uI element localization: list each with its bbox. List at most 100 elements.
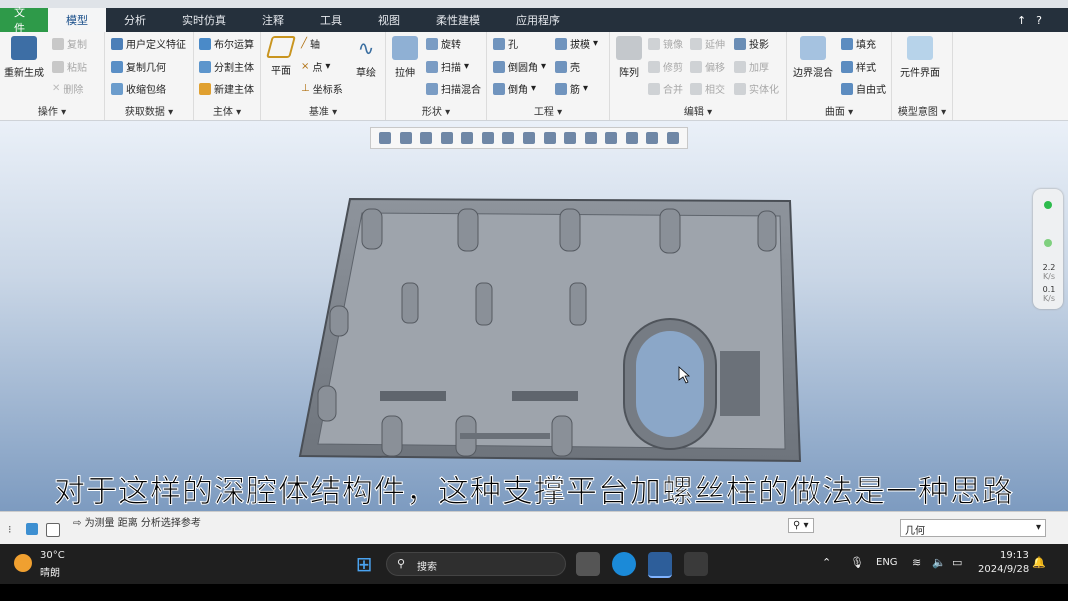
clock-time[interactable]: 19:13 xyxy=(1000,550,1029,561)
paste-button[interactable]: 粘贴 xyxy=(52,59,87,74)
status-message: ⇨ 为测量 距离 分析选择参考 xyxy=(73,518,201,529)
revolve-button[interactable]: 旋转 xyxy=(426,36,461,51)
project-icon xyxy=(734,37,746,50)
project-button[interactable]: 投影 xyxy=(734,36,769,51)
tab-applications[interactable]: 应用程序 xyxy=(498,8,578,32)
group-title-engineering[interactable]: 工程 ▾ xyxy=(487,103,609,118)
extend-button[interactable]: 延伸 xyxy=(690,36,725,51)
component-interface-button[interactable]: 元件界面 xyxy=(900,36,940,79)
freestyle-button[interactable]: 自由式 xyxy=(841,81,886,96)
chevron-up-icon[interactable]: ⌃ xyxy=(822,556,831,569)
pattern-button[interactable]: 阵列 xyxy=(616,36,642,79)
offset-button[interactable]: 偏移 xyxy=(690,59,725,74)
sweep-button[interactable]: 扫描 ▾ xyxy=(426,59,469,74)
browser-icon[interactable] xyxy=(46,523,60,537)
group-title-datum[interactable]: 基准 ▾ xyxy=(261,103,385,118)
group-title-shapes[interactable]: 形状 ▾ xyxy=(386,103,486,118)
style-button[interactable]: 样式 xyxy=(841,59,876,74)
round-button[interactable]: 倒圆角 ▾ xyxy=(493,59,546,74)
group-engineering: 孔 倒圆角 ▾ 倒角 ▾ 拔模 ▾ 壳 筋 ▾ 工程 ▾ xyxy=(487,32,610,120)
plane-icon xyxy=(266,36,296,58)
tab-annotate[interactable]: 注释 xyxy=(244,8,302,32)
pattern-icon xyxy=(616,36,642,60)
merge-button[interactable]: 合并 xyxy=(648,81,683,96)
shrinkwrap-button[interactable]: 收缩包络 xyxy=(111,81,166,96)
group-title-get-data[interactable]: 获取数据 ▾ xyxy=(105,103,193,118)
point-button[interactable]: × 点 ▾ xyxy=(301,59,330,74)
microphone-icon[interactable]: 🎙 xyxy=(850,556,864,569)
battery-icon[interactable]: ▭ xyxy=(952,556,962,569)
copy-button[interactable]: 复制 xyxy=(52,36,87,51)
task-view-icon[interactable] xyxy=(576,552,600,576)
axis-button[interactable]: ╱ 轴 xyxy=(301,36,320,51)
tab-file[interactable]: 文件 xyxy=(0,6,48,35)
rib-button[interactable]: 筋 ▾ xyxy=(555,81,588,96)
group-title-surfaces[interactable]: 曲面 ▾ xyxy=(787,103,891,118)
delete-button[interactable]: ✕ 删除 xyxy=(52,81,83,96)
status-dot xyxy=(1044,201,1052,209)
input-language[interactable]: ENG xyxy=(876,557,898,568)
trim-button[interactable]: 修剪 xyxy=(648,59,683,74)
wifi-icon[interactable]: ≋ xyxy=(912,556,921,569)
solidify-button[interactable]: 实体化 xyxy=(734,81,779,96)
fill-button[interactable]: 填充 xyxy=(841,36,876,51)
group-operations: 重新生成 复制 粘贴 ✕ 删除 操作 ▾ xyxy=(0,32,105,120)
mirror-button[interactable]: 镜像 xyxy=(648,36,683,51)
draft-button[interactable]: 拔模 ▾ xyxy=(555,36,598,51)
tab-flexible-modeling[interactable]: 柔性建模 xyxy=(418,8,498,32)
start-icon[interactable]: ⊞ xyxy=(352,552,376,576)
regenerate-button[interactable]: 重新生成 xyxy=(4,36,44,79)
clock-date[interactable]: 2024/9/28 xyxy=(978,564,1029,575)
model-tree-toggle-icon[interactable]: ⁝ xyxy=(8,523,12,536)
chamfer-button[interactable]: 倒角 ▾ xyxy=(493,81,536,96)
plane-button[interactable]: 平面 xyxy=(266,36,296,77)
up-arrow-icon[interactable]: ↑ xyxy=(1017,14,1026,27)
intersect-button[interactable]: 相交 xyxy=(690,81,725,96)
volume-icon[interactable]: 🔈 xyxy=(932,556,946,569)
merge-icon xyxy=(648,82,660,95)
sweep-blend-button[interactable]: 扫描混合 xyxy=(426,81,481,96)
video-subtitle: 对于这样的深腔体结构件，这种支撑平台加螺丝柱的做法是一种思路 xyxy=(54,473,1014,510)
taskbar-search-box[interactable]: ⚲ 搜索 xyxy=(386,552,566,576)
hole-button[interactable]: 孔 xyxy=(493,36,518,51)
weather-condition[interactable]: 晴朗 xyxy=(40,564,60,579)
creo-app-icon[interactable] xyxy=(648,552,672,578)
ribbon-tab-bar: 文件 模型 分析 实时仿真 注释 工具 视图 柔性建模 应用程序 ↑ ? xyxy=(0,6,1068,35)
csys-icon: ⊥ xyxy=(301,83,310,94)
boundary-blend-button[interactable]: 边界混合 xyxy=(793,36,833,79)
new-body-button[interactable]: 新建主体 xyxy=(199,81,254,96)
navigator-icon[interactable] xyxy=(26,523,38,535)
user-defined-feature-button[interactable]: 用户定义特征 xyxy=(111,36,186,51)
search-icon: ⚲ xyxy=(397,557,406,570)
screen-recorder-icon[interactable] xyxy=(684,552,708,576)
sketch-button[interactable]: ∿ 草绘 xyxy=(353,36,379,79)
group-title-editing[interactable]: 编辑 ▾ xyxy=(610,103,786,118)
tab-view[interactable]: 视图 xyxy=(360,8,418,32)
shell-button[interactable]: 壳 xyxy=(555,59,580,74)
help-icon[interactable]: ? xyxy=(1036,14,1042,27)
group-title-body[interactable]: 主体 ▾ xyxy=(194,103,260,118)
extrude-button[interactable]: 拉伸 xyxy=(392,36,418,79)
edge-browser-icon[interactable] xyxy=(612,552,636,576)
selection-filter-button[interactable]: ⚲ ▾ xyxy=(788,518,814,533)
tab-tools[interactable]: 工具 xyxy=(302,8,360,32)
draft-icon xyxy=(555,37,567,50)
thicken-button[interactable]: 加厚 xyxy=(734,59,769,74)
copy-geometry-button[interactable]: 复制几何 xyxy=(111,59,166,74)
notification-bell-icon[interactable]: 🔔 xyxy=(1032,556,1046,569)
group-title-model-intent[interactable]: 模型意图 ▾ xyxy=(892,103,952,118)
split-body-button[interactable]: 分割主体 xyxy=(199,59,254,74)
group-title-operations[interactable]: 操作 ▾ xyxy=(0,103,104,118)
csys-button[interactable]: ⊥ 坐标系 xyxy=(301,81,343,96)
video-frame-bottom xyxy=(0,584,1068,601)
weather-temperature[interactable]: 30°C xyxy=(40,550,65,561)
boolean-button[interactable]: 布尔运算 xyxy=(199,36,254,51)
cad-model[interactable] xyxy=(0,121,1068,511)
graphics-area[interactable]: 2.2 K/s 0.1 K/s xyxy=(0,121,1068,511)
selection-filter-dropdown[interactable]: 几何 ▾ xyxy=(900,519,1046,537)
tab-analysis[interactable]: 分析 xyxy=(106,8,164,32)
solidify-icon xyxy=(734,82,746,95)
weather-icon[interactable] xyxy=(14,554,32,572)
tab-model[interactable]: 模型 xyxy=(48,8,106,32)
tab-live-simulation[interactable]: 实时仿真 xyxy=(164,8,244,32)
